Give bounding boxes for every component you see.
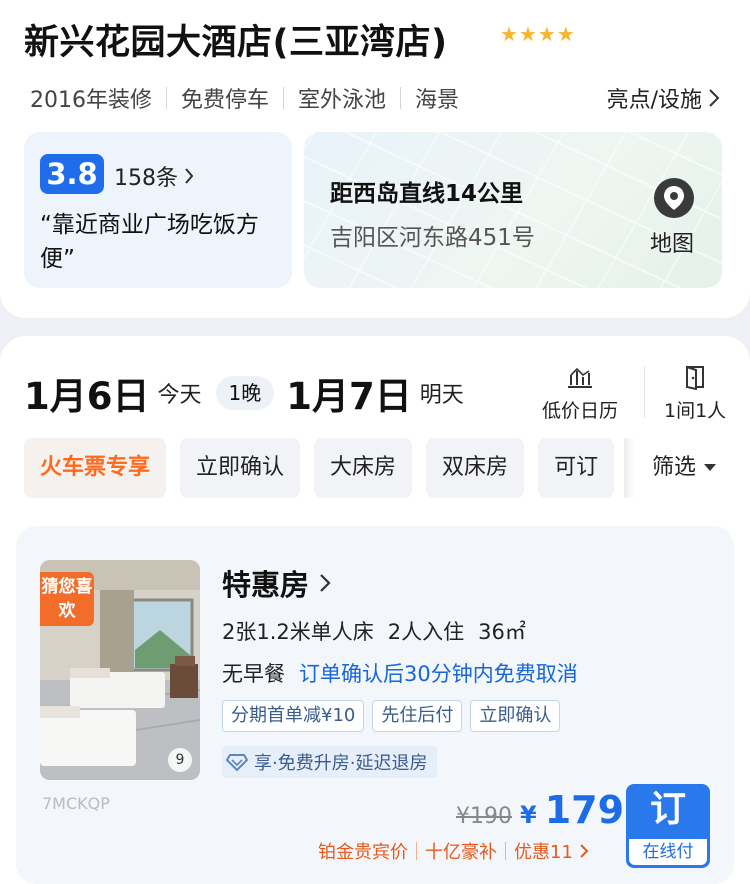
chevron-right-icon: [320, 574, 331, 592]
checkin-note: 今天: [157, 383, 202, 408]
hotel-tag: 室外泳池: [298, 88, 387, 113]
filter-chip-twin-bed[interactable]: 双床房: [426, 438, 525, 498]
room-badges: 分期首单减¥10 先住后付 立即确认: [222, 700, 561, 732]
star-icon: ★: [556, 22, 575, 46]
hotel-header-card: 新兴花园大酒店(三亚湾店) ★ ★ ★ ★ 2016年装修 免费停车 室外泳池 …: [0, 0, 750, 318]
star-icon: ★: [500, 22, 518, 46]
review-count: 158条: [114, 166, 178, 191]
filter-chip-train-ticket[interactable]: 火车票专享: [24, 438, 167, 498]
promo-tag: 优惠11: [514, 842, 573, 863]
room-policy: 无早餐 订单确认后30分钟内免费取消: [222, 658, 578, 688]
door-icon: [664, 362, 726, 392]
room-title: 特惠房: [222, 568, 310, 602]
review-summary[interactable]: 3.8 158条 “靠近商业广场吃饭方便”: [24, 132, 292, 288]
room-guest-label: 1间1人: [664, 400, 727, 422]
area-info: 36㎡: [478, 620, 526, 644]
chevron-right-icon: [580, 844, 589, 858]
diamond-icon: [226, 754, 248, 771]
room-list: 猜您喜欢 9 7MCKQP 特惠房 2张1.2米单人床 2人入住 36㎡ 无早餐…: [0, 516, 750, 884]
promo-tags[interactable]: 铂金贵宾价 十亿豪补 优惠11: [318, 838, 589, 864]
highlights-label: 亮点/设施: [606, 88, 702, 113]
review-score: 3.8: [40, 154, 104, 194]
current-price: 179: [544, 788, 625, 832]
quick-filter-bar: 火车票专享 立即确认 大床房 双床房 可订: [24, 438, 628, 498]
date-filter-section: 1月6日 今天 1晚 1月7日 明天 低价日历 1间1人 火车票专享 立即确认 …: [0, 336, 750, 516]
address-text: 吉阳区河东路451号: [330, 225, 535, 251]
hotel-name: 新兴花园大酒店(三亚湾店): [24, 23, 448, 63]
cancel-policy: 订单确认后30分钟内免费取消: [299, 662, 578, 686]
room-card[interactable]: 猜您喜欢 9 7MCKQP 特惠房 2张1.2米单人床 2人入住 36㎡ 无早餐…: [16, 526, 734, 884]
divider: [400, 87, 402, 109]
scroll-fade: [624, 438, 634, 498]
room-badge: 立即确认: [470, 700, 561, 732]
review-count-link[interactable]: 158条: [114, 160, 194, 192]
room-badge: 分期首单减¥10: [222, 700, 365, 732]
divider: [283, 87, 285, 109]
low-price-calendar-label: 低价日历: [542, 400, 619, 422]
map-label[interactable]: 地图: [650, 226, 694, 258]
calendar-chart-icon: [542, 362, 618, 392]
room-title-link[interactable]: 特惠房: [222, 562, 331, 604]
price-currency: ¥: [520, 801, 537, 829]
hotel-tag: 免费停车: [181, 88, 270, 113]
promo-tag: 十亿豪补: [425, 842, 497, 863]
filter-chip-bookable[interactable]: 可订: [538, 438, 615, 498]
divider: [505, 842, 506, 860]
recommend-badge: 猜您喜欢: [40, 572, 94, 626]
caret-down-icon: [704, 464, 717, 471]
location-map[interactable]: 距西岛直线14公里 吉阳区河东路451号 地图: [304, 132, 722, 288]
original-price: ¥190: [456, 804, 512, 829]
filter-chip-king-bed[interactable]: 大床房: [314, 438, 413, 498]
checkout-note: 明天: [419, 383, 464, 408]
nights-badge: 1晚: [215, 376, 275, 410]
room-guest-button[interactable]: 1间1人: [664, 362, 726, 423]
star-icon: ★: [537, 22, 556, 46]
perk-text: 享·免费升房·延迟退房: [254, 753, 428, 774]
room-code: 7MCKQP: [42, 794, 110, 813]
meal-info: 无早餐: [222, 662, 285, 686]
hotel-tags: 2016年装修 免费停车 室外泳池 海景: [30, 82, 459, 114]
star-rating: ★ ★ ★ ★: [500, 24, 575, 44]
book-label: 订: [649, 789, 686, 830]
pay-label: 在线付: [629, 839, 707, 865]
photo-count: 9: [168, 748, 192, 772]
promo-tag: 铂金贵宾价: [318, 842, 408, 863]
distance-text: 距西岛直线14公里: [330, 181, 524, 207]
room-badge: 先住后付: [372, 700, 463, 732]
book-button[interactable]: 订 在线付: [626, 784, 710, 868]
low-price-calendar-button[interactable]: 低价日历: [542, 362, 618, 423]
hotel-tag: 海景: [415, 88, 460, 113]
chevron-right-icon: [709, 89, 720, 107]
checkin-date[interactable]: 1月6日: [24, 366, 150, 420]
room-specs: 2张1.2米单人床 2人入住 36㎡: [222, 616, 526, 646]
map-pin-icon[interactable]: [654, 178, 694, 218]
divider: [416, 842, 417, 860]
filter-label: 筛选: [652, 455, 697, 480]
filter-chip-instant-confirm[interactable]: 立即确认: [180, 438, 301, 498]
capacity-info: 2人入住: [387, 620, 465, 644]
price-block: ¥190 ¥ 179: [456, 788, 624, 832]
review-quote: “靠近商业广场吃饭方便”: [40, 212, 259, 272]
member-perk: 享·免费升房·延迟退房: [222, 746, 438, 778]
hotel-tag: 2016年装修: [30, 88, 152, 113]
bed-info: 2张1.2米单人床: [222, 620, 374, 644]
divider: [166, 87, 167, 109]
filter-button[interactable]: 筛选: [652, 438, 717, 498]
highlights-link[interactable]: 亮点/设施: [607, 82, 720, 114]
divider: [644, 366, 645, 418]
date-selector[interactable]: 1月6日 今天 1晚 1月7日 明天: [24, 366, 464, 420]
star-icon: ★: [518, 22, 537, 46]
chevron-right-icon: [185, 168, 194, 184]
room-photo[interactable]: 猜您喜欢 9: [40, 560, 200, 780]
checkout-date[interactable]: 1月7日: [286, 366, 412, 420]
